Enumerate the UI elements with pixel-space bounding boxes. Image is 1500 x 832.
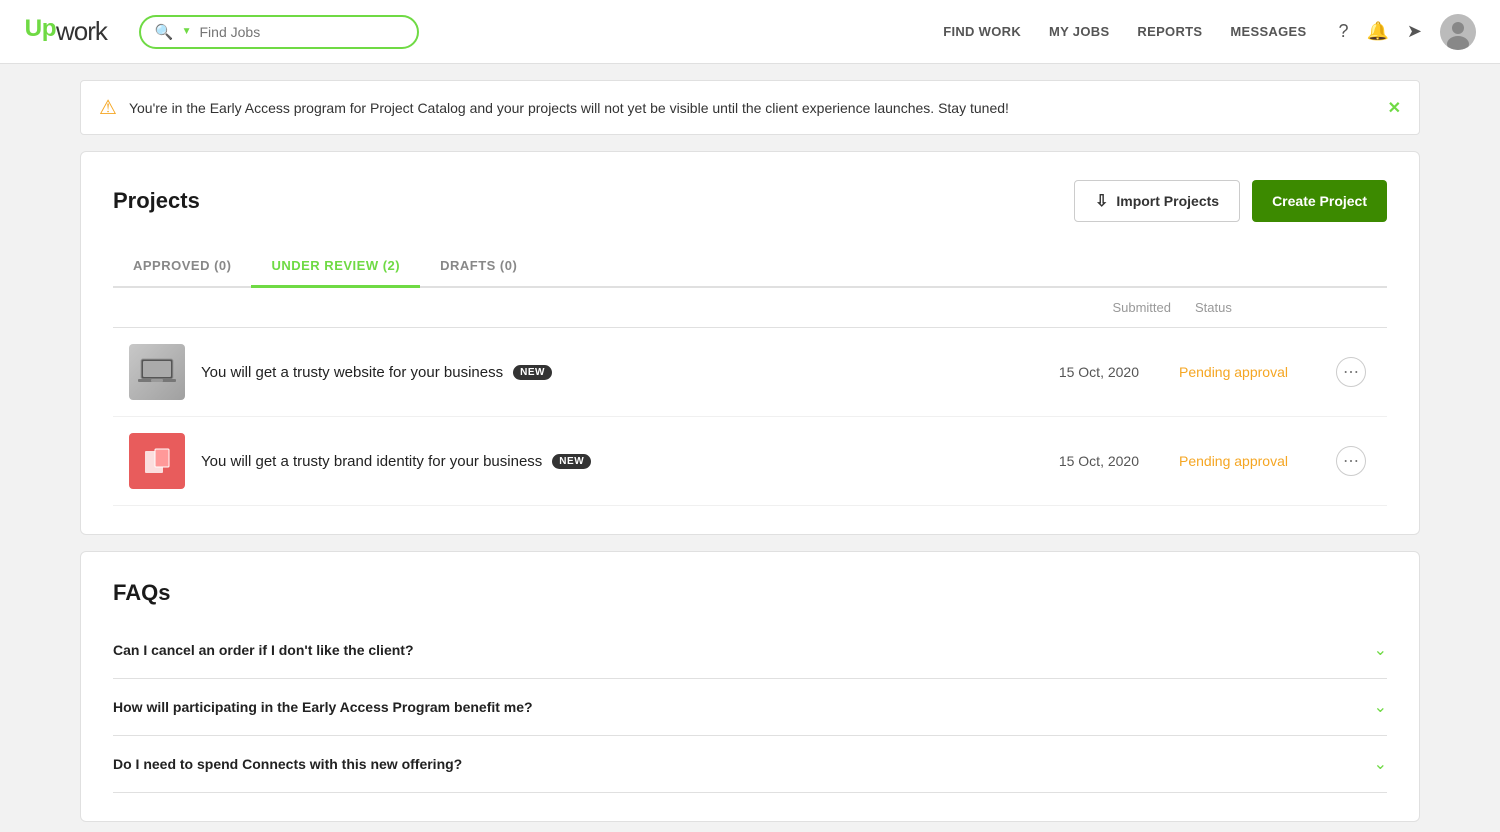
navbar: Up work 🔍 ▼ FIND WORK MY JOBS REPORTS ME… [0, 0, 1500, 64]
actions-header [1331, 300, 1371, 315]
faq-item-1[interactable]: Can I cancel an order if I don't like th… [113, 622, 1387, 679]
nav-links: FIND WORK MY JOBS REPORTS MESSAGES [943, 24, 1306, 39]
banner-text: You're in the Early Access program for P… [129, 100, 1376, 116]
faq-question-1: Can I cancel an order if I don't like th… [113, 642, 414, 658]
tab-drafts[interactable]: DRAFTS (0) [420, 246, 537, 288]
nav-my-jobs[interactable]: MY JOBS [1049, 24, 1109, 39]
help-button[interactable]: ? [1338, 21, 1348, 42]
table-spacer [129, 300, 1031, 315]
search-dropdown-arrow[interactable]: ▼ [182, 26, 192, 37]
nav-reports[interactable]: REPORTS [1137, 24, 1202, 39]
project-status-1: Pending approval [1155, 364, 1315, 380]
faq-item-3[interactable]: Do I need to spend Connects with this ne… [113, 736, 1387, 793]
project-actions-1: ⋯ [1331, 357, 1371, 387]
projects-card: Projects ⇩ Import Projects Create Projec… [80, 151, 1420, 535]
projects-actions: ⇩ Import Projects Create Project [1074, 180, 1387, 222]
project-info-1: You will get a trusty website for your b… [201, 364, 983, 381]
table-row: You will get a trusty website for your b… [113, 328, 1387, 417]
status-header: Status [1171, 300, 1331, 315]
submitted-header: Submitted [1031, 300, 1171, 315]
avatar[interactable] [1440, 14, 1476, 50]
faq-question-3: Do I need to spend Connects with this ne… [113, 756, 462, 772]
search-icon: 🔍 [155, 23, 174, 41]
project-submitted-1: 15 Oct, 2020 [999, 364, 1139, 380]
project-status-2: Pending approval [1155, 453, 1315, 469]
project-name-1: You will get a trusty website for your b… [201, 364, 503, 381]
chevron-down-icon-3: ⌄ [1374, 754, 1387, 774]
faqs-card: FAQs Can I cancel an order if I don't li… [80, 551, 1420, 822]
early-access-banner: ⚠ You're in the Early Access program for… [80, 80, 1420, 135]
nav-messages[interactable]: MESSAGES [1230, 24, 1306, 39]
project-thumbnail-1 [129, 344, 185, 400]
badge-new-2: NEW [552, 454, 591, 469]
projects-header: Projects ⇩ Import Projects Create Projec… [113, 180, 1387, 222]
search-input[interactable] [200, 24, 403, 40]
tab-under-review[interactable]: UNDER REVIEW (2) [251, 246, 420, 288]
project-tabs: APPROVED (0) UNDER REVIEW (2) DRAFTS (0) [113, 246, 1387, 288]
table-row: You will get a trusty brand identity for… [113, 417, 1387, 506]
faqs-title: FAQs [113, 580, 1387, 606]
faq-item-2[interactable]: How will participating in the Early Acce… [113, 679, 1387, 736]
project-submitted-2: 15 Oct, 2020 [999, 453, 1139, 469]
logo-up: Up [24, 15, 60, 48]
search-bar[interactable]: 🔍 ▼ [139, 15, 419, 49]
banner-close-button[interactable]: ✕ [1388, 98, 1401, 118]
notifications-button[interactable]: 🔔 [1366, 21, 1388, 42]
project-info-2: You will get a trusty brand identity for… [201, 453, 983, 470]
project-thumbnail-2 [129, 433, 185, 489]
logo-work: work [56, 16, 107, 47]
nav-icons: ? 🔔 ➤ [1338, 14, 1476, 50]
chevron-down-icon-1: ⌄ [1374, 640, 1387, 660]
logo[interactable]: Up work [24, 15, 107, 48]
project-name-2: You will get a trusty brand identity for… [201, 453, 542, 470]
download-icon: ⇩ [1095, 191, 1108, 211]
svg-text:Up: Up [25, 15, 56, 41]
tab-approved[interactable]: APPROVED (0) [113, 246, 251, 288]
cursor-icon[interactable]: ➤ [1407, 21, 1422, 42]
project-more-button-2[interactable]: ⋯ [1336, 446, 1366, 476]
import-projects-button[interactable]: ⇩ Import Projects [1074, 180, 1240, 222]
main-content: Projects ⇩ Import Projects Create Projec… [80, 151, 1420, 822]
projects-title: Projects [113, 188, 200, 214]
faq-question-2: How will participating in the Early Acce… [113, 699, 533, 715]
project-more-button-1[interactable]: ⋯ [1336, 357, 1366, 387]
create-project-button[interactable]: Create Project [1252, 180, 1387, 222]
badge-new-1: NEW [513, 365, 552, 380]
nav-find-work[interactable]: FIND WORK [943, 24, 1021, 39]
import-label: Import Projects [1116, 193, 1219, 209]
chevron-down-icon-2: ⌄ [1374, 697, 1387, 717]
project-actions-2: ⋯ [1331, 446, 1371, 476]
table-header: Submitted Status [113, 288, 1387, 328]
warning-icon: ⚠ [99, 95, 117, 120]
